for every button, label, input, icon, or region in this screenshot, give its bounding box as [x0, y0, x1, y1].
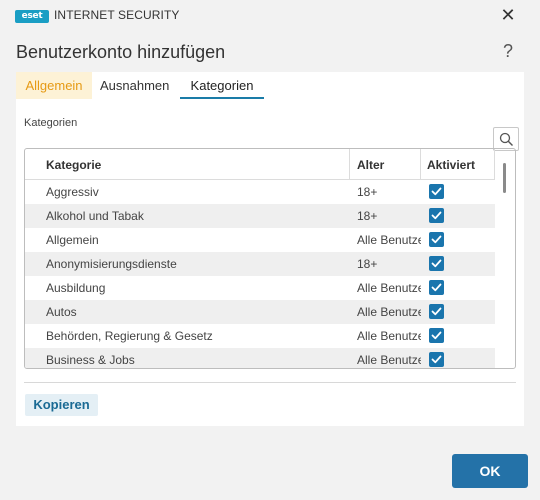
- checkmark-icon: [431, 187, 442, 196]
- age-value: Alle Benutzer: [357, 281, 421, 295]
- checkmark-icon: [431, 355, 442, 364]
- search-icon: [499, 132, 513, 146]
- column-header-enabled[interactable]: Aktiviert: [427, 158, 475, 172]
- eset-logo: eset: [15, 10, 49, 23]
- column-divider[interactable]: [349, 149, 350, 180]
- age-value: Alle Benutzer: [357, 305, 421, 319]
- category-name: Ausbildung: [46, 281, 106, 295]
- age-value: Alle Benutzer: [357, 329, 421, 343]
- enabled-checkbox[interactable]: [429, 184, 444, 199]
- help-icon[interactable]: ?: [503, 41, 513, 62]
- table-row[interactable]: Allgemein Alle Benutzer: [25, 228, 495, 252]
- checkmark-icon: [431, 307, 442, 316]
- categories-table: Kategorie Alter Aktiviert Aggressiv 18+ Al…: [24, 148, 516, 369]
- checkmark-icon: [431, 331, 442, 340]
- enabled-checkbox[interactable]: [429, 280, 444, 295]
- table-row[interactable]: Business & Jobs Alle Benutzer: [25, 348, 495, 368]
- age-value: Alle Benutzer: [357, 353, 421, 367]
- content-panel: Allgemein Ausnahmen Kategorien Kategorie…: [16, 72, 524, 426]
- section-label: Kategorien: [24, 117, 78, 129]
- category-name: Behörden, Regierung & Gesetz: [46, 329, 213, 343]
- product-name: INTERNET SECURITY: [54, 8, 180, 22]
- copy-button[interactable]: Kopieren: [25, 394, 98, 416]
- age-value: 18+: [357, 257, 378, 271]
- category-name: Alkohol und Tabak: [46, 209, 144, 223]
- enabled-checkbox[interactable]: [429, 256, 444, 271]
- table-row[interactable]: Alkohol und Tabak 18+: [25, 204, 495, 228]
- age-value: Alle Benutzer: [357, 233, 421, 247]
- tab-kategorien[interactable]: Kategorien: [180, 72, 264, 99]
- dialog-title: Benutzerkonto hinzufügen: [16, 42, 226, 62]
- category-name: Allgemein: [46, 233, 99, 247]
- enabled-checkbox[interactable]: [429, 208, 444, 223]
- age-value: 18+: [357, 209, 378, 223]
- table-row[interactable]: Behörden, Regierung & Gesetz Alle Benutze…: [25, 324, 495, 348]
- enabled-checkbox[interactable]: [429, 328, 444, 343]
- checkmark-icon: [431, 283, 442, 292]
- checkmark-icon: [431, 259, 442, 268]
- column-header-age[interactable]: Alter: [357, 158, 384, 172]
- category-name: Aggressiv: [46, 185, 99, 199]
- table-header: Kategorie Alter Aktiviert: [25, 149, 495, 180]
- tab-ausnahmen[interactable]: Ausnahmen: [100, 72, 176, 99]
- enabled-checkbox[interactable]: [429, 232, 444, 247]
- enabled-checkbox[interactable]: [429, 304, 444, 319]
- checkmark-icon: [431, 211, 442, 220]
- scrollbar-thumb[interactable]: [503, 163, 506, 193]
- category-name: Anonymisierungsdienste: [46, 257, 177, 271]
- window-titlebar: eset INTERNET SECURITY ✕: [0, 0, 540, 32]
- table-row[interactable]: Anonymisierungsdienste 18+: [25, 252, 495, 276]
- tab-allgemein[interactable]: Allgemein: [16, 72, 92, 99]
- column-divider[interactable]: [420, 149, 421, 180]
- close-icon[interactable]: ✕: [498, 6, 518, 26]
- table-row[interactable]: Ausbildung Alle Benutzer: [25, 276, 495, 300]
- column-header-category[interactable]: Kategorie: [46, 158, 101, 172]
- column-divider[interactable]: [494, 149, 495, 180]
- ok-button[interactable]: OK: [452, 454, 528, 488]
- age-value: 18+: [357, 185, 378, 199]
- checkmark-icon: [431, 235, 442, 244]
- table-row[interactable]: Aggressiv 18+: [25, 180, 495, 204]
- category-name: Business & Jobs: [46, 353, 135, 367]
- table-row[interactable]: Autos Alle Benutzer: [25, 300, 495, 324]
- category-name: Autos: [46, 305, 77, 319]
- enabled-checkbox[interactable]: [429, 352, 444, 367]
- divider: [24, 382, 516, 383]
